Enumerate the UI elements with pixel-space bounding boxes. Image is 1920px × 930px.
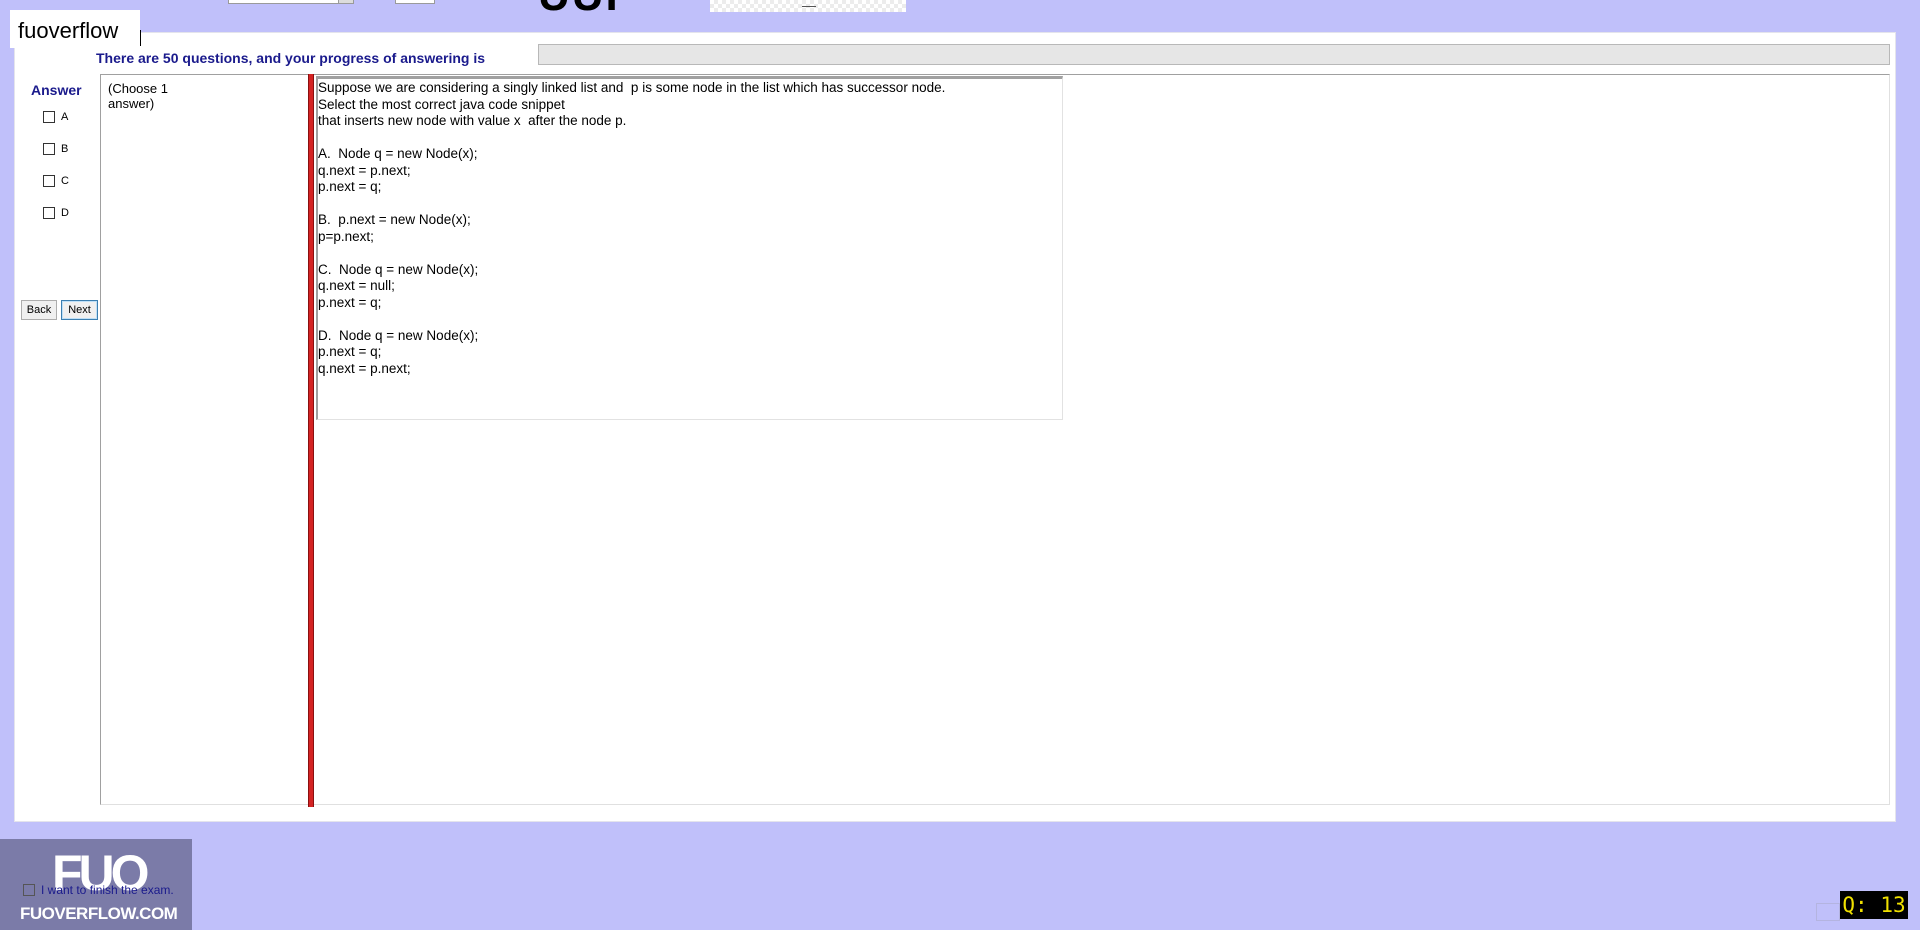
option-d[interactable]: D (43, 207, 69, 219)
finish-exam-option[interactable]: I want to finish the exam. (23, 883, 174, 897)
back-button[interactable]: Back (21, 300, 57, 320)
top-combobox[interactable] (228, 0, 354, 4)
logo-text: FUOVERFLOW.COM (20, 904, 178, 923)
question-text: Suppose we are considering a singly link… (318, 80, 946, 376)
choose-instruction: (Choose 1 answer) (108, 81, 168, 111)
brand-name: fuoverflow (18, 18, 119, 43)
counter-side-box (1816, 903, 1840, 921)
panel-splitter[interactable] (308, 74, 314, 807)
progress-label: There are 50 questions, and your progres… (96, 50, 485, 66)
option-d-label[interactable]: D (61, 207, 69, 219)
option-a-label[interactable]: A (61, 111, 68, 123)
option-b-label[interactable]: B (61, 143, 68, 155)
option-a[interactable]: A (43, 111, 68, 123)
question-counter: Q: 13 (1840, 891, 1908, 919)
option-b-checkbox[interactable] (43, 143, 55, 155)
top-image-preview (710, 0, 906, 12)
answer-heading: Answer (31, 82, 82, 98)
finish-exam-label[interactable]: I want to finish the exam. (41, 883, 174, 897)
option-a-checkbox[interactable] (43, 111, 55, 123)
finish-exam-checkbox[interactable] (23, 884, 35, 896)
choose-panel (102, 76, 307, 804)
option-c-label[interactable]: C (61, 175, 69, 187)
progress-bar (538, 44, 1890, 65)
option-b[interactable]: B (43, 143, 68, 155)
option-c-checkbox[interactable] (43, 175, 55, 187)
brand-box: fuoverflow (10, 10, 141, 48)
option-c[interactable]: C (43, 175, 69, 187)
exam-code-title: UUF (538, 0, 634, 18)
next-button[interactable]: Next (61, 300, 98, 320)
top-small-field[interactable] (395, 0, 435, 4)
option-d-checkbox[interactable] (43, 207, 55, 219)
text-cursor (140, 30, 141, 46)
